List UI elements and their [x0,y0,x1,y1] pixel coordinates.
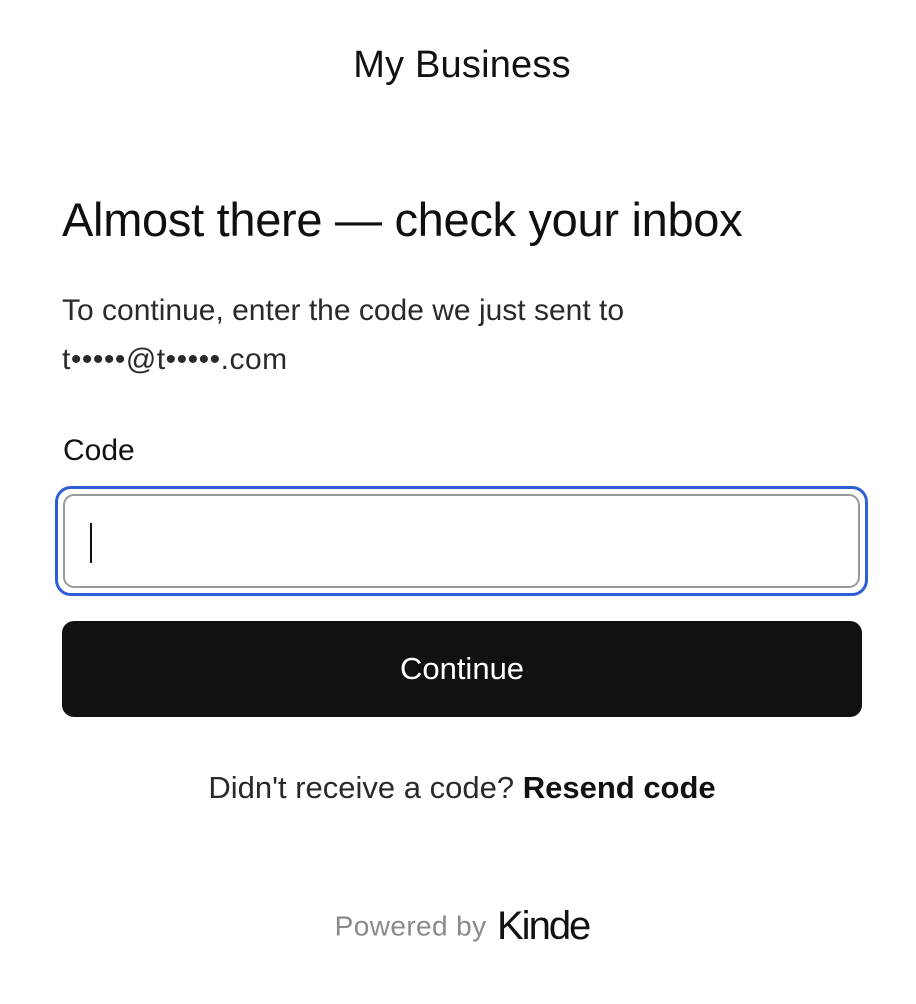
code-label: Code [63,434,135,467]
verification-page: My Business Almost there — check your in… [0,0,916,1004]
instruction-message: To continue, enter the code we just sent… [62,294,625,327]
continue-button[interactable]: Continue [62,621,862,717]
text-cursor [90,523,92,563]
masked-email: t•••••@t•••••.com [62,343,288,376]
resend-prompt: Didn't receive a code? [208,770,515,805]
page-heading: Almost there — check your inbox [62,193,743,246]
resend-code-link[interactable]: Resend code [523,770,716,805]
kinde-logo: Kinde [497,904,591,948]
business-name: My Business [353,44,571,86]
code-input-focus-ring [55,486,868,596]
instruction-text: To continue, enter the code we just sent… [62,286,782,384]
powered-by-text: Powered by [334,910,487,942]
powered-by-footer: Powered by Kinde [0,904,916,949]
code-input[interactable] [63,494,860,588]
resend-row: Didn't receive a code? Resend code [0,770,916,806]
